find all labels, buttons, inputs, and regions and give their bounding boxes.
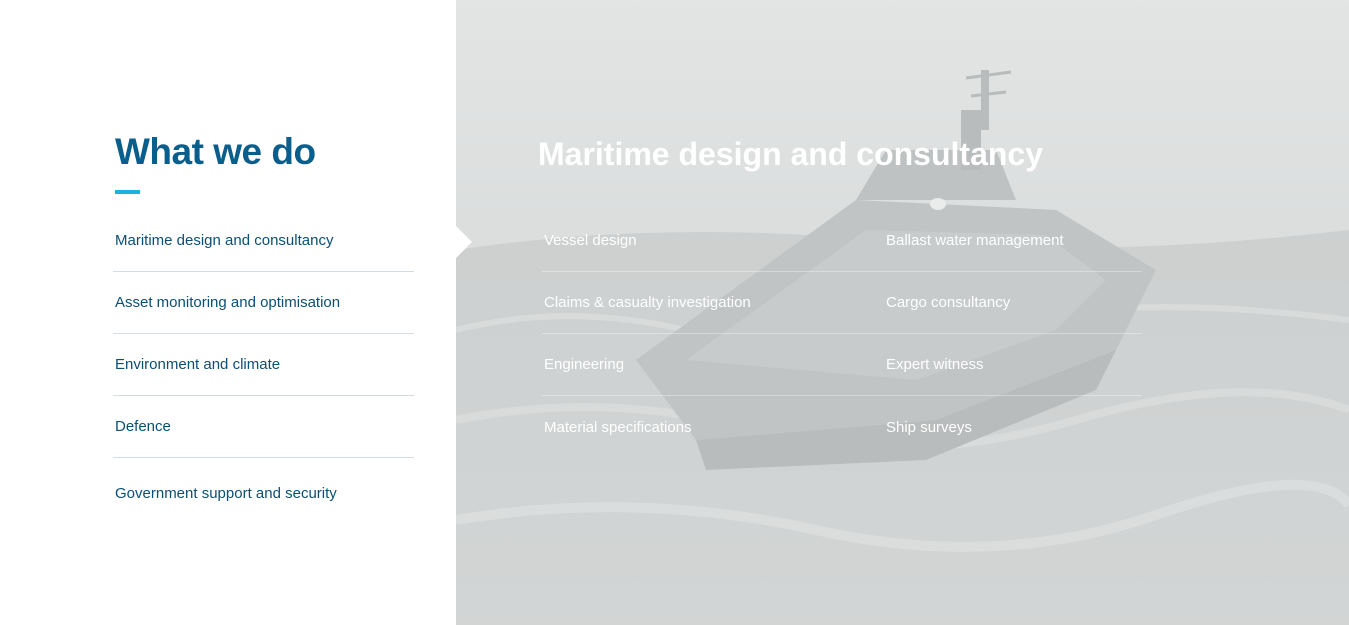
services-grid: Vessel design Ballast water management C… <box>542 210 1142 458</box>
section-heading: What we do <box>115 131 316 172</box>
service-link-expert-witness[interactable]: Expert witness <box>884 334 1142 396</box>
active-item-pointer <box>456 226 472 258</box>
heading-accent-bar <box>115 190 140 194</box>
service-link-material-specifications[interactable]: Material specifications <box>542 396 884 458</box>
service-link-ballast-water[interactable]: Ballast water management <box>884 210 1142 272</box>
service-link-claims-casualty[interactable]: Claims & casualty investigation <box>542 272 884 334</box>
panel-title: Maritime design and consultancy <box>538 136 1043 172</box>
service-link-ship-surveys[interactable]: Ship surveys <box>884 396 1142 458</box>
services-panel: Maritime design and consultancy Vessel d… <box>456 0 1349 625</box>
nav-item-environment-climate[interactable]: Environment and climate <box>113 334 414 396</box>
service-link-cargo-consultancy[interactable]: Cargo consultancy <box>884 272 1142 334</box>
what-we-do-section: What we do Maritime design and consultan… <box>0 0 1349 625</box>
service-link-engineering[interactable]: Engineering <box>542 334 884 396</box>
left-column: What we do Maritime design and consultan… <box>0 0 456 625</box>
nav-item-government-support[interactable]: Government support and security <box>113 458 414 524</box>
nav-item-asset-monitoring[interactable]: Asset monitoring and optimisation <box>113 272 414 334</box>
nav-item-defence[interactable]: Defence <box>113 396 414 458</box>
nav-item-maritime-design[interactable]: Maritime design and consultancy <box>113 210 414 272</box>
service-link-vessel-design[interactable]: Vessel design <box>542 210 884 272</box>
category-nav: Maritime design and consultancy Asset mo… <box>113 210 414 524</box>
